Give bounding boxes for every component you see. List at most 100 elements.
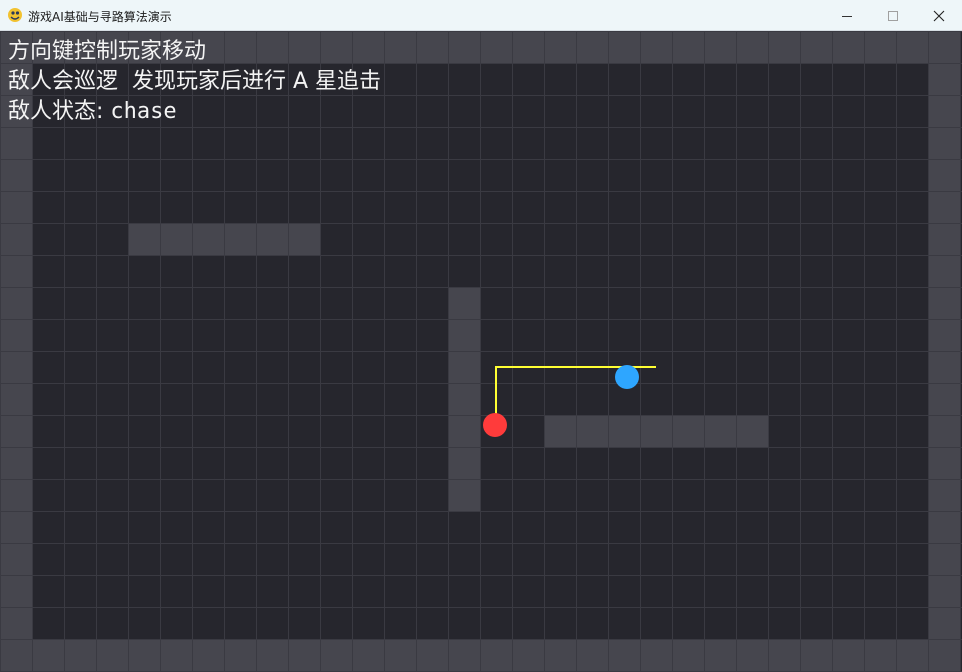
- wall-cell: [800, 31, 832, 63]
- wall-cell: [0, 607, 32, 639]
- wall-cell: [640, 31, 672, 63]
- wall-cell: [0, 575, 32, 607]
- wall-cell: [896, 639, 928, 671]
- wall-cell: [928, 415, 960, 447]
- maximize-button[interactable]: [870, 0, 916, 31]
- wall-cell: [576, 639, 608, 671]
- wall-cell: [928, 511, 960, 543]
- wall-cell: [352, 639, 384, 671]
- wall-cell: [416, 639, 448, 671]
- wall-cell: [928, 95, 960, 127]
- wall-cell: [96, 639, 128, 671]
- wall-cell: [704, 31, 736, 63]
- pygame-snake-icon: [8, 8, 22, 22]
- wall-cell: [128, 223, 160, 255]
- wall-cell: [192, 223, 224, 255]
- wall-cell: [928, 639, 960, 671]
- wall-cell: [224, 639, 256, 671]
- wall-cell: [0, 351, 32, 383]
- game-board: [0, 31, 962, 672]
- wall-cell: [288, 639, 320, 671]
- wall-cell: [608, 31, 640, 63]
- wall-cell: [448, 31, 480, 63]
- wall-cell: [928, 159, 960, 191]
- wall-cell: [928, 287, 960, 319]
- wall-cell: [256, 31, 288, 63]
- wall-cell: [576, 31, 608, 63]
- hud-enemy-state: 敌人状态: chase: [8, 97, 177, 127]
- wall-cell: [0, 319, 32, 351]
- game-canvas[interactable]: 方向键控制玩家移动 敌人会巡逻 发现玩家后进行 A 星追击 敌人状态: chas…: [0, 31, 962, 672]
- wall-cell: [928, 351, 960, 383]
- wall-cell: [192, 639, 224, 671]
- wall-cell: [928, 383, 960, 415]
- wall-cell: [480, 639, 512, 671]
- wall-cell: [512, 31, 544, 63]
- window-title: 游戏AI基础与寻路算法演示: [28, 10, 172, 24]
- wall-cell: [448, 287, 480, 319]
- wall-cell: [480, 31, 512, 63]
- wall-cell: [0, 223, 32, 255]
- wall-cell: [608, 415, 640, 447]
- enemy: [615, 365, 639, 389]
- wall-cell: [800, 639, 832, 671]
- wall-cell: [928, 319, 960, 351]
- wall-cell: [448, 415, 480, 447]
- wall-cell: [736, 639, 768, 671]
- wall-cell: [448, 639, 480, 671]
- wall-cell: [544, 639, 576, 671]
- wall-cell: [128, 639, 160, 671]
- wall-cell: [928, 127, 960, 159]
- wall-cell: [896, 31, 928, 63]
- wall-cell: [928, 191, 960, 223]
- wall-cell: [768, 31, 800, 63]
- hud-description: 敌人会巡逻 发现玩家后进行 A 星追击: [8, 69, 382, 94]
- wall-cell: [0, 287, 32, 319]
- wall-cell: [928, 223, 960, 255]
- wall-cell: [0, 447, 32, 479]
- wall-cell: [0, 511, 32, 543]
- wall-cell: [864, 639, 896, 671]
- wall-cell: [864, 31, 896, 63]
- wall-cell: [704, 639, 736, 671]
- wall-cell: [928, 255, 960, 287]
- wall-cell: [576, 415, 608, 447]
- wall-cell: [544, 31, 576, 63]
- wall-cell: [928, 31, 960, 63]
- wall-cell: [736, 31, 768, 63]
- wall-cell: [672, 639, 704, 671]
- wall-cell: [928, 447, 960, 479]
- close-button[interactable]: [916, 0, 962, 31]
- minimize-button[interactable]: [824, 0, 870, 31]
- wall-cell: [0, 255, 32, 287]
- wall-cell: [64, 639, 96, 671]
- enemy-state-value: chase: [110, 99, 177, 124]
- wall-cell: [320, 639, 352, 671]
- wall-cell: [832, 31, 864, 63]
- wall-cell: [704, 415, 736, 447]
- wall-cell: [160, 223, 192, 255]
- wall-cell: [672, 31, 704, 63]
- window-titlebar[interactable]: 游戏AI基础与寻路算法演示: [0, 0, 962, 31]
- close-icon: [933, 10, 945, 21]
- maximize-icon: [888, 10, 898, 21]
- wall-cell: [384, 639, 416, 671]
- minimize-icon: [842, 15, 852, 17]
- wall-cell: [928, 543, 960, 575]
- wall-cell: [352, 31, 384, 63]
- player: [483, 413, 507, 437]
- wall-cell: [608, 639, 640, 671]
- wall-cell: [448, 351, 480, 383]
- wall-cell: [256, 223, 288, 255]
- wall-cell: [448, 319, 480, 351]
- wall-cell: [928, 479, 960, 511]
- wall-cell: [0, 127, 32, 159]
- wall-cell: [640, 415, 672, 447]
- grid-lines: [0, 31, 962, 672]
- wall-cell: [0, 543, 32, 575]
- wall-cell: [0, 639, 32, 671]
- wall-cell: [0, 415, 32, 447]
- wall-cell: [288, 31, 320, 63]
- hud-instructions: 方向键控制玩家移动: [8, 39, 207, 64]
- wall-cell: [672, 415, 704, 447]
